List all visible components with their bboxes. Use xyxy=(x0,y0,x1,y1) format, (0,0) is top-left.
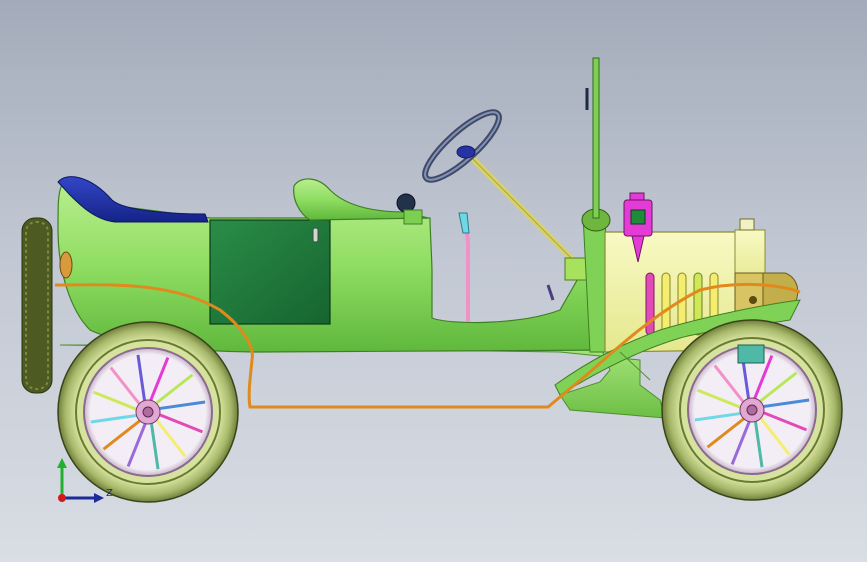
z-axis-label: Z xyxy=(106,488,113,499)
rear-door xyxy=(209,219,331,325)
seat-post xyxy=(403,209,423,225)
orientation-triad[interactable]: Z xyxy=(48,456,118,512)
radiator-cap xyxy=(739,218,755,231)
windshield-post xyxy=(592,57,600,219)
front-axle-bracket xyxy=(737,344,765,364)
spare-tire xyxy=(21,217,53,394)
car-model[interactable] xyxy=(0,0,867,562)
door-handle xyxy=(312,227,319,243)
steering-box xyxy=(564,257,588,281)
horn-bulb xyxy=(396,193,416,213)
x-axis-icon xyxy=(58,494,66,502)
3d-viewport[interactable]: Z xyxy=(0,0,867,562)
rear-lamp xyxy=(59,251,73,279)
brake-lever xyxy=(546,284,555,301)
